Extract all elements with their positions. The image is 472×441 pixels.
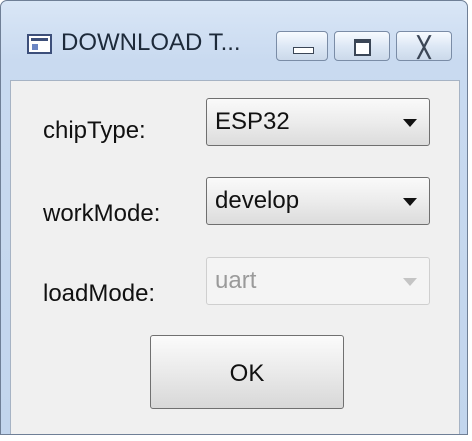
dialog-body: chipType: ESP32 workMode: develop loadMo… [10,80,460,434]
close-icon: ╳ [417,37,431,59]
close-button[interactable]: ╳ [396,31,452,61]
chevron-down-icon [403,278,417,286]
chip-type-select[interactable]: ESP32 [206,98,430,146]
chevron-down-icon [403,198,417,206]
work-mode-value: develop [215,187,300,214]
load-mode-label: loadMode: [43,280,156,307]
chip-type-label: chipType: [43,117,146,144]
ok-button-label: OK [229,360,265,387]
minimize-button[interactable] [276,31,328,61]
work-mode-select[interactable]: develop [206,177,430,225]
window-app-icon[interactable] [27,34,52,54]
chevron-down-icon [403,119,417,127]
load-mode-select: uart [206,257,430,305]
title-bar[interactable]: DOWNLOAD T... ╳ [1,1,467,79]
load-mode-value: uart [215,267,257,294]
maximize-button[interactable] [334,31,390,61]
work-mode-label: workMode: [43,200,161,227]
window-title: DOWNLOAD T... [61,29,241,56]
chip-type-value: ESP32 [215,108,290,135]
download-tool-window: DOWNLOAD T... ╳ chipType: ESP32 workMode… [0,0,468,435]
ok-button[interactable]: OK [150,335,344,409]
